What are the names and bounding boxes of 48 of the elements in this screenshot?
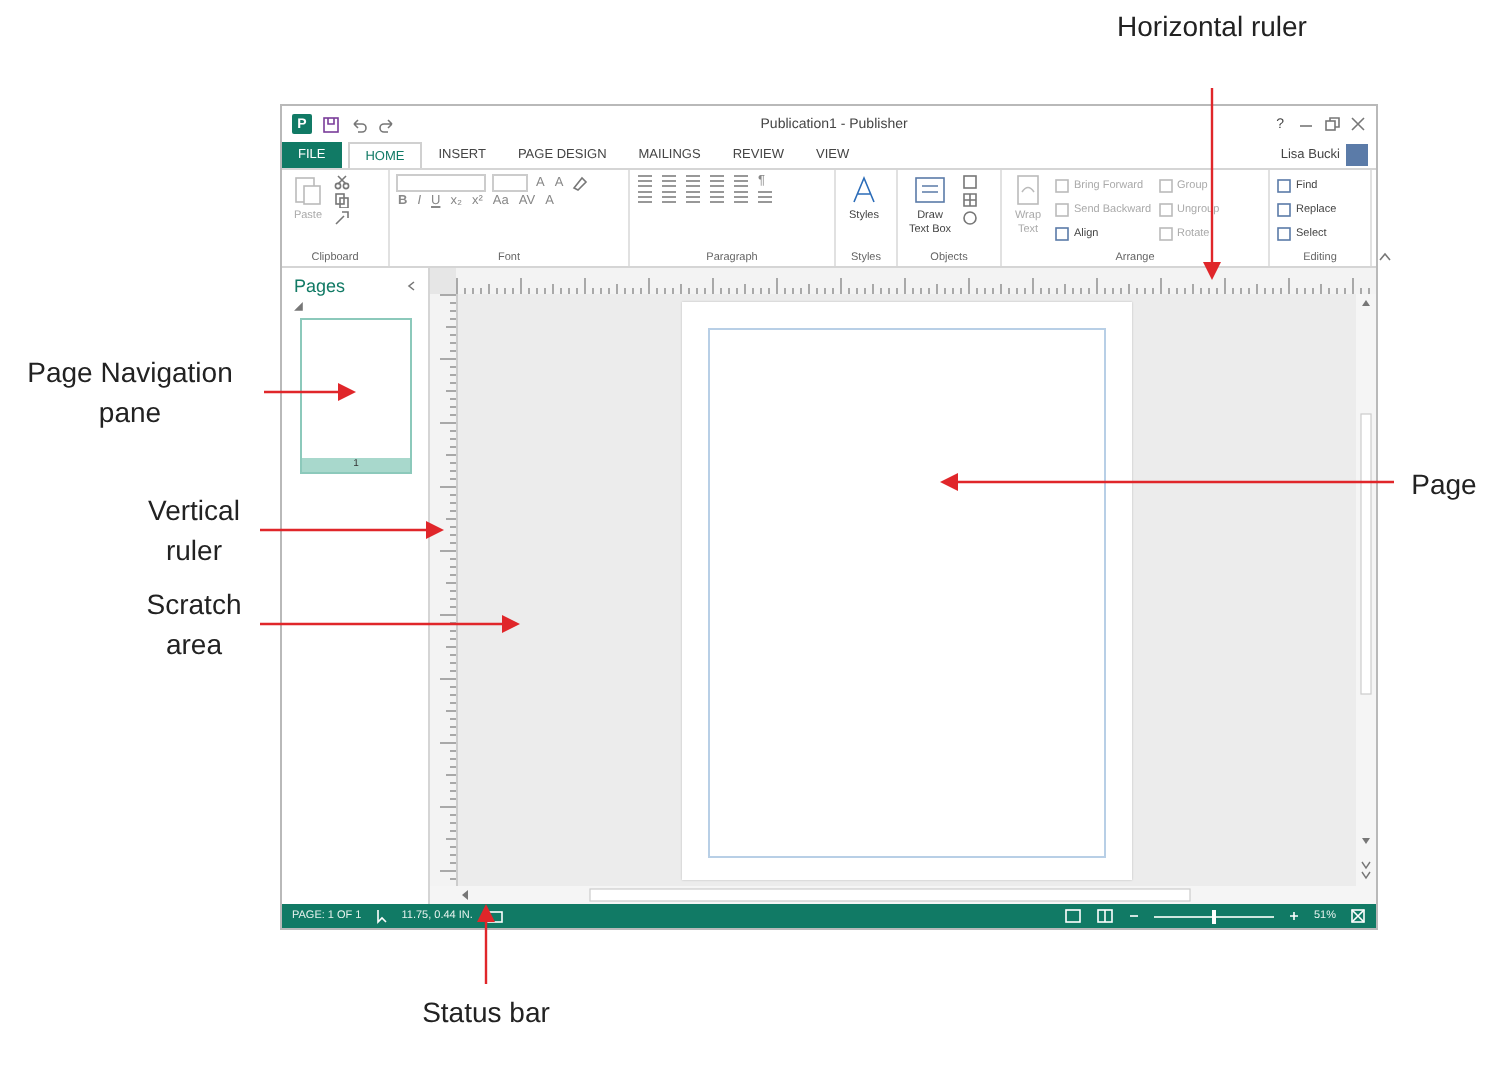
numbering-icon [660, 174, 678, 188]
fit-page-icon [1350, 908, 1366, 924]
paragraph-spacing-icon [756, 190, 774, 204]
callout-label: Status bar [420, 994, 552, 1032]
callout-label: Page Navigation pane [25, 354, 235, 432]
zoom-out-icon [1127, 910, 1140, 922]
avatar-placeholder [1346, 144, 1368, 166]
justify-icon [708, 190, 726, 204]
two-page-icon [1095, 908, 1114, 924]
align-center-icon [660, 190, 678, 204]
callout-label: Page [1409, 466, 1479, 504]
callout-label: Vertical ruler [146, 492, 242, 570]
zoom-in-icon [1287, 910, 1300, 922]
callout-arrow [264, 383, 356, 401]
restore-icon [1324, 116, 1340, 132]
wrap-text-icon [1014, 174, 1042, 206]
close-icon [1350, 116, 1366, 132]
shapes-icon [962, 210, 978, 226]
align-right-icon [684, 190, 702, 204]
eraser-icon [571, 175, 588, 191]
scissors-icon [334, 174, 350, 190]
callout-label: Scratch area [144, 586, 244, 664]
callout-label: Horizontal ruler [1116, 8, 1308, 46]
zoom-slider-thumb[interactable] [1211, 909, 1216, 923]
expand-icon [294, 302, 304, 312]
horizontal-scrollbar[interactable] [430, 886, 1376, 904]
save-icon [322, 115, 340, 133]
line-spacing-icon [732, 190, 750, 204]
undo-icon [350, 115, 368, 133]
ruler-corner [430, 268, 456, 294]
collapse-icon [406, 280, 416, 292]
single-page-icon [1063, 908, 1082, 924]
copy-icon [334, 192, 350, 208]
pane-title: Pages [294, 276, 346, 296]
redo-icon [378, 115, 396, 133]
callout-arrow [477, 904, 495, 984]
font-name-field[interactable] [396, 174, 486, 192]
caret-icon [1378, 252, 1392, 262]
columns-icon [732, 174, 750, 188]
bullets-icon [636, 174, 654, 188]
clipboard-icon [294, 174, 322, 206]
object-size-icon [486, 909, 505, 923]
outdent-icon [684, 174, 702, 188]
table-icon [962, 192, 978, 208]
text-box-icon [914, 174, 946, 206]
indent-icon [708, 174, 726, 188]
align-left-icon [636, 190, 654, 204]
font-size-field[interactable] [492, 174, 528, 192]
